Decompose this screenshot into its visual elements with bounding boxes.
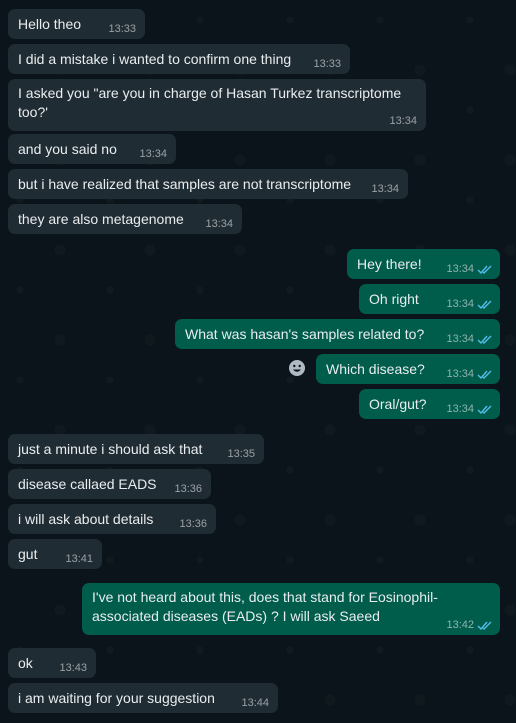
incoming-message[interactable]: I did a mistake i wanted to confirm one … <box>8 44 350 74</box>
message-time: 13:33 <box>108 23 136 35</box>
message-text: Hello theo <box>18 16 82 32</box>
incoming-message[interactable]: but i have realized that samples are not… <box>8 169 408 199</box>
incoming-message[interactable]: I asked you "are you in charge of Hasan … <box>8 79 426 131</box>
incoming-message[interactable]: and you said no 13:34 <box>8 134 176 164</box>
message-time: 13:36 <box>174 483 202 495</box>
double-check-icon <box>477 370 492 380</box>
message-text: I did a mistake i wanted to confirm one … <box>18 51 292 67</box>
message-text-line: I asked you "are you in charge of Hasan … <box>18 85 402 101</box>
message-text: What was hasan's samples related to? <box>185 326 425 342</box>
message-time: 13:36 <box>179 518 207 530</box>
message-text: Which disease? <box>326 361 425 377</box>
double-check-icon <box>477 300 492 310</box>
incoming-message[interactable]: i will ask about details 13:36 <box>8 504 216 534</box>
outgoing-message[interactable]: Which disease? 13:34 <box>316 354 500 384</box>
message-text: Hey there! <box>357 256 422 272</box>
message-text-line: associated diseases (EADs) ? I will ask … <box>92 608 380 624</box>
message-text: and you said no <box>18 141 117 157</box>
emoji-reaction-button[interactable] <box>286 357 308 379</box>
message-time: 13:34 <box>139 148 167 160</box>
message-text: I've not heard about this, does that sta… <box>92 588 438 626</box>
incoming-message[interactable]: just a minute i should ask that 13:35 <box>8 434 264 464</box>
outgoing-message[interactable]: Oh right 13:34 <box>359 284 500 314</box>
message-time: 13:33 <box>313 58 341 70</box>
double-check-icon <box>477 621 492 631</box>
message-text: disease callaed EADS <box>18 476 157 492</box>
message-time: 13:34 <box>389 115 417 127</box>
incoming-message[interactable]: i am waiting for your suggestion 13:44 <box>8 683 278 713</box>
message-text: just a minute i should ask that <box>18 441 203 457</box>
incoming-message[interactable]: they are also metagenome 13:34 <box>8 204 242 234</box>
message-text: i will ask about details <box>18 511 154 527</box>
outgoing-message[interactable]: What was hasan's samples related to? 13:… <box>175 319 500 349</box>
incoming-message[interactable]: ok 13:43 <box>8 648 96 678</box>
message-time: 13:34 <box>446 403 474 415</box>
message-time: 13:41 <box>65 553 93 565</box>
message-time: 13:34 <box>205 218 233 230</box>
message-text: ok <box>18 655 33 671</box>
message-text-line: too?' <box>18 104 48 120</box>
outgoing-message[interactable]: Hey there! 13:34 <box>347 249 500 279</box>
message-time: 13:34 <box>446 263 474 275</box>
message-text: Oral/gut? <box>369 396 427 412</box>
message-text: gut <box>18 546 38 562</box>
emoji-icon <box>289 360 305 376</box>
message-text: but i have realized that samples are not… <box>18 176 352 192</box>
message-time: 13:34 <box>446 298 474 310</box>
message-time: 13:34 <box>446 333 474 345</box>
message-text: i am waiting for your suggestion <box>18 690 215 706</box>
message-time: 13:43 <box>59 662 87 674</box>
double-check-icon <box>477 265 492 275</box>
message-text: I asked you "are you in charge of Hasan … <box>18 84 401 122</box>
message-text-line: I've not heard about this, does that sta… <box>92 589 438 605</box>
message-time: 13:35 <box>227 448 255 460</box>
chat-panel: Hello theo 13:33 I did a mistake i wante… <box>0 0 516 723</box>
incoming-message[interactable]: Hello theo 13:33 <box>8 9 145 39</box>
message-text: Oh right <box>369 291 419 307</box>
incoming-message[interactable]: disease callaed EADS 13:36 <box>8 469 211 499</box>
double-check-icon <box>477 335 492 345</box>
double-check-icon <box>477 405 492 415</box>
message-time: 13:34 <box>371 183 399 195</box>
incoming-message[interactable]: gut 13:41 <box>8 539 102 569</box>
message-time: 13:44 <box>241 697 269 709</box>
outgoing-message[interactable]: I've not heard about this, does that sta… <box>82 583 500 635</box>
message-time: 13:34 <box>446 368 474 380</box>
message-time: 13:42 <box>446 619 474 631</box>
message-text: they are also metagenome <box>18 211 184 227</box>
outgoing-message[interactable]: Oral/gut? 13:34 <box>359 389 500 419</box>
